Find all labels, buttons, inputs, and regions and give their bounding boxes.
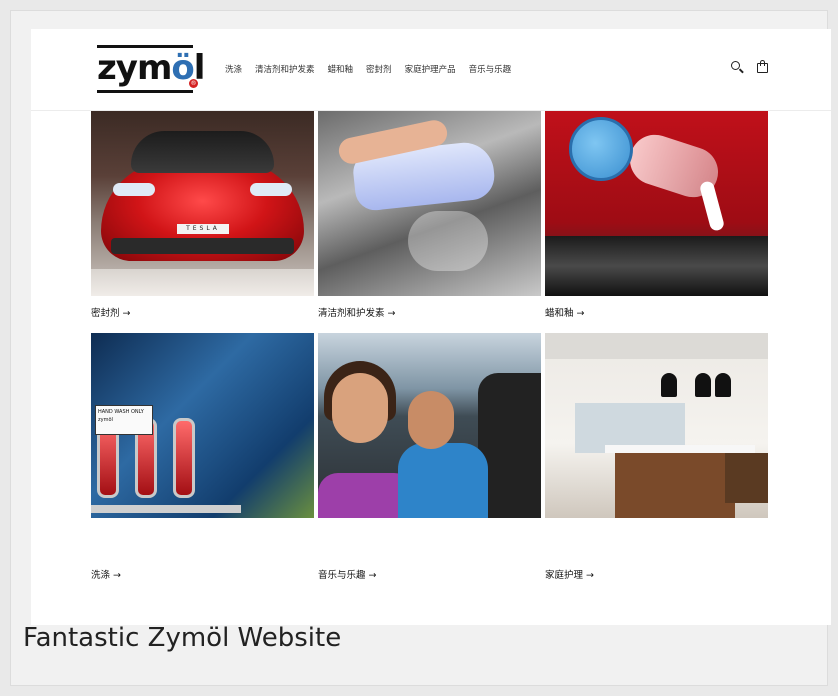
site-header: zymöl ® 洗涤 清洁剂和护发素 蜡和釉 密封剂 家庭护理产品 音乐与乐趣 <box>31 29 831 111</box>
screenshot-frame: zymöl ® 洗涤 清洁剂和护发素 蜡和釉 密封剂 家庭护理产品 音乐与乐趣 <box>10 10 831 686</box>
nav-item-home-care[interactable]: 家庭护理产品 <box>405 63 456 75</box>
kitchen-image[interactable] <box>545 333 768 518</box>
collection-card-sealants[interactable]: TESLA 密封剂 → <box>91 111 314 319</box>
wax-pad-image[interactable] <box>545 111 768 296</box>
cart-icon[interactable] <box>755 59 771 75</box>
logo-bottom-bar <box>97 90 193 93</box>
collection-card-wash[interactable]: HAND WASH ONLY zymöl 洗涤 → <box>91 333 314 581</box>
collection-label-wash[interactable]: 洗涤 → <box>91 567 121 581</box>
registered-mark: ® <box>189 79 198 88</box>
collection-card-home[interactable]: 家庭护理 → <box>545 333 768 581</box>
collection-label-home[interactable]: 家庭护理 → <box>545 567 594 581</box>
collection-label-sealants[interactable]: 密封剂 → <box>91 305 130 319</box>
collection-card-cleaners[interactable]: 清洁剂和护发素 → <box>318 111 541 319</box>
zymol-logo[interactable]: zymöl ® <box>97 43 205 95</box>
screenshot-caption: Fantastic Zymöl Website <box>23 623 342 653</box>
couple-convertible-image[interactable] <box>318 333 541 518</box>
collection-label-music[interactable]: 音乐与乐趣 → <box>318 567 376 581</box>
cleaning-cloth-image[interactable] <box>318 111 541 296</box>
nav-item-wax-glaze[interactable]: 蜡和釉 <box>328 63 354 75</box>
red-tesla-image[interactable]: TESLA <box>91 111 314 296</box>
hand-wash-sticker: HAND WASH ONLY zymöl <box>95 405 153 435</box>
nav-item-sealants[interactable]: 密封剂 <box>366 63 392 75</box>
website-viewport: zymöl ® 洗涤 清洁剂和护发素 蜡和釉 密封剂 家庭护理产品 音乐与乐趣 <box>31 29 831 625</box>
collection-label-cleaners[interactable]: 清洁剂和护发素 → <box>318 305 395 319</box>
main-nav: 洗涤 清洁剂和护发素 蜡和釉 密封剂 家庭护理产品 音乐与乐趣 <box>225 63 511 75</box>
search-icon[interactable] <box>729 59 745 75</box>
nav-item-cleaners-conditioners[interactable]: 清洁剂和护发素 <box>255 63 315 75</box>
tesla-plate: TESLA <box>177 224 229 234</box>
collection-label-wax[interactable]: 蜡和釉 → <box>545 305 584 319</box>
nav-item-wash[interactable]: 洗涤 <box>225 63 242 75</box>
collection-card-music[interactable]: 音乐与乐趣 → <box>318 333 541 581</box>
collection-card-wax[interactable]: 蜡和釉 → <box>545 111 768 319</box>
nav-item-music-fun[interactable]: 音乐与乐趣 <box>469 63 512 75</box>
mustang-taillight-image[interactable]: HAND WASH ONLY zymöl <box>91 333 314 518</box>
